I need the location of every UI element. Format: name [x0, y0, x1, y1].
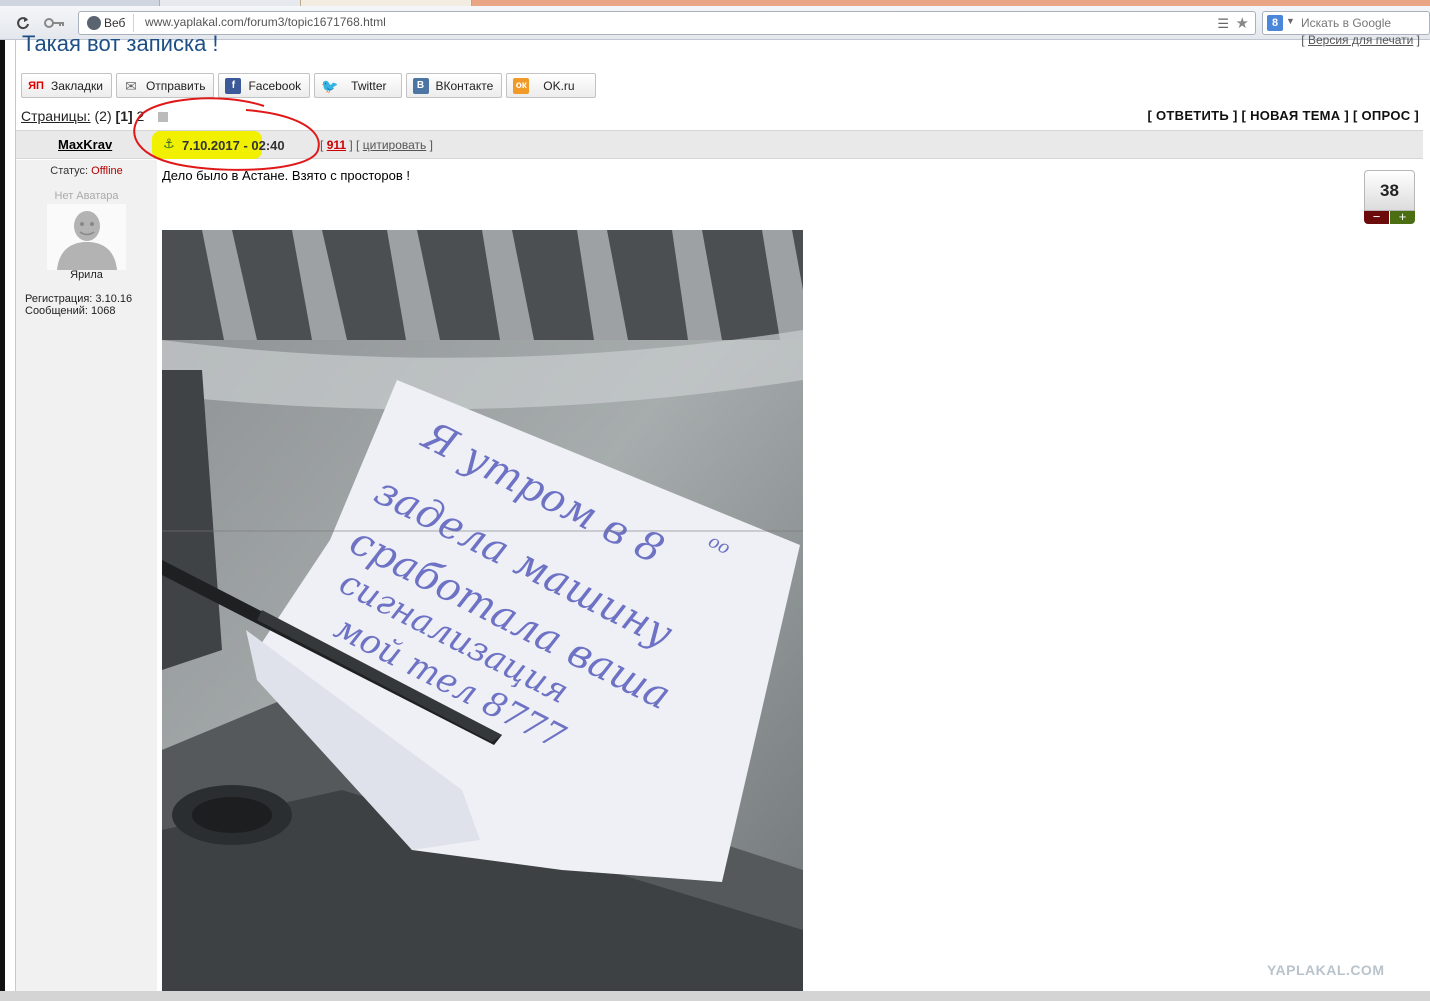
search-box[interactable]: 8 ▼ Искать в Google [1262, 11, 1430, 35]
topic-actions: [ ОТВЕТИТЬ ] [ НОВАЯ ТЕМА ] [ ОПРОС ] [1147, 108, 1419, 123]
share-send-button[interactable]: ✉ Отправить [115, 73, 215, 98]
note-photo-image: Я утром в 8 оо задела машину сработала в… [162, 230, 803, 991]
new-topic-button[interactable]: [ НОВАЯ ТЕМА ] [1242, 108, 1350, 123]
pagination: Страницы: (2) [1] 2 [21, 108, 169, 124]
avatar-placeholder-icon [57, 211, 117, 270]
facebook-icon: f [225, 77, 242, 94]
chevron-down-icon[interactable]: ▼ [1286, 16, 1295, 26]
share-label: Отправить [145, 78, 206, 93]
bracket: [ [320, 138, 324, 152]
site-watermark: YAPLAKAL.COM [1267, 962, 1385, 978]
rate-down-button[interactable]: − [1364, 210, 1389, 224]
print-version-link[interactable]: [ Версия для печати ] [1301, 33, 1420, 47]
post-number-link[interactable]: 911 [327, 138, 346, 152]
message-count: Сообщений: 1068 [25, 305, 116, 317]
pages-link[interactable]: Страницы: [21, 108, 91, 124]
current-page: [1] [115, 108, 133, 124]
user-sidebar: Статус: Offline Нет Аватара Ярила Регист… [16, 160, 157, 991]
vkontakte-icon: В [412, 77, 429, 94]
mail-icon: ✉ [125, 77, 137, 94]
status-value: Offline [91, 165, 123, 177]
post-header: MaxKrav ⚓ 7.10.2017 - 02:40 [ 911 ] [ ци… [16, 130, 1423, 159]
share-label: ВКонтакте [435, 78, 494, 93]
reload-icon[interactable] [14, 14, 32, 32]
user-stats: Регистрация: 3.10.16 Сообщений: 1068 [25, 293, 132, 317]
share-facebook-button[interactable]: f Facebook [218, 73, 311, 98]
post-rating: 38 − + [1364, 170, 1416, 226]
globe-icon [87, 16, 101, 30]
search-input[interactable]: Искать в Google [1301, 16, 1391, 30]
quote-link[interactable]: цитировать [363, 138, 427, 152]
print-version-label[interactable]: Версия для печати [1308, 33, 1413, 47]
reply-button[interactable]: [ ОТВЕТИТЬ ] [1147, 108, 1237, 123]
rating-value: 38 [1364, 170, 1415, 211]
twitter-icon: 🐦 [321, 77, 339, 94]
share-label: OK.ru [543, 78, 575, 93]
poll-button[interactable]: [ ОПРОС ] [1353, 108, 1419, 123]
key-icon[interactable] [44, 14, 66, 32]
horizontal-scrollbar[interactable] [0, 991, 1430, 1001]
web-search-chip[interactable]: Веб [82, 14, 135, 32]
page-gutter [5, 40, 15, 991]
avatar [47, 204, 126, 270]
post-author[interactable]: MaxKrav [58, 137, 112, 152]
share-buttons: ЯП Закладки ✉ Отправить f Facebook 🐦 Twi… [21, 73, 596, 99]
registration-date: Регистрация: 3.10.16 [25, 293, 133, 305]
address-bar[interactable]: Веб www.yaplakal.com/forum3/topic1671768… [78, 11, 1256, 35]
page-link-2[interactable]: 2 [137, 108, 145, 124]
url-text[interactable]: www.yaplakal.com/forum3/topic1671768.htm… [145, 15, 386, 29]
share-bookmarks-button[interactable]: ЯП Закладки [21, 73, 112, 98]
share-label: Закладки [51, 78, 103, 93]
google-icon[interactable]: 8 [1267, 15, 1283, 31]
rss-icon[interactable]: ☰ [1217, 16, 1229, 32]
anchor-icon[interactable]: ⚓ [163, 136, 175, 152]
post-text: Дело было в Астане. Взято с просторов ! [162, 168, 410, 183]
odnoklassniki-icon: ок [513, 77, 530, 94]
share-label: Facebook [248, 78, 302, 93]
share-twitter-button[interactable]: 🐦 Twitter [314, 73, 402, 98]
pages-count: (2) [94, 108, 112, 124]
post-photo[interactable]: Я утром в 8 оо задела машину сработала в… [162, 230, 803, 991]
status-label: Статус: [50, 165, 89, 177]
page-jump-icon[interactable] [158, 112, 169, 123]
bookmark-star-icon[interactable]: ★ [1236, 14, 1249, 32]
bracket: ] [429, 138, 433, 152]
web-chip-label: Веб [104, 16, 126, 30]
share-label: Twitter [351, 78, 387, 93]
share-ok-button[interactable]: ок OK.ru [506, 73, 596, 98]
yandex-icon: ЯП [28, 79, 44, 92]
post-meta: [ 911 ] [ цитировать ] [320, 138, 433, 152]
share-vkontakte-button[interactable]: В ВКонтакте [405, 73, 503, 98]
rate-up-button[interactable]: + [1390, 210, 1415, 224]
pagination-bar: Страницы: (2) [1] 2 [ ОТВЕТИТЬ ] [ НОВАЯ… [16, 104, 1423, 128]
no-avatar-label: Нет Аватара [54, 190, 119, 202]
post-date: 7.10.2017 - 02:40 [182, 138, 285, 153]
user-status: Статус: Offline [16, 165, 157, 177]
bracket: ] [ [349, 138, 360, 152]
user-rank: Ярила [70, 269, 103, 281]
topic-title: Такая вот записка ! [22, 31, 219, 56]
